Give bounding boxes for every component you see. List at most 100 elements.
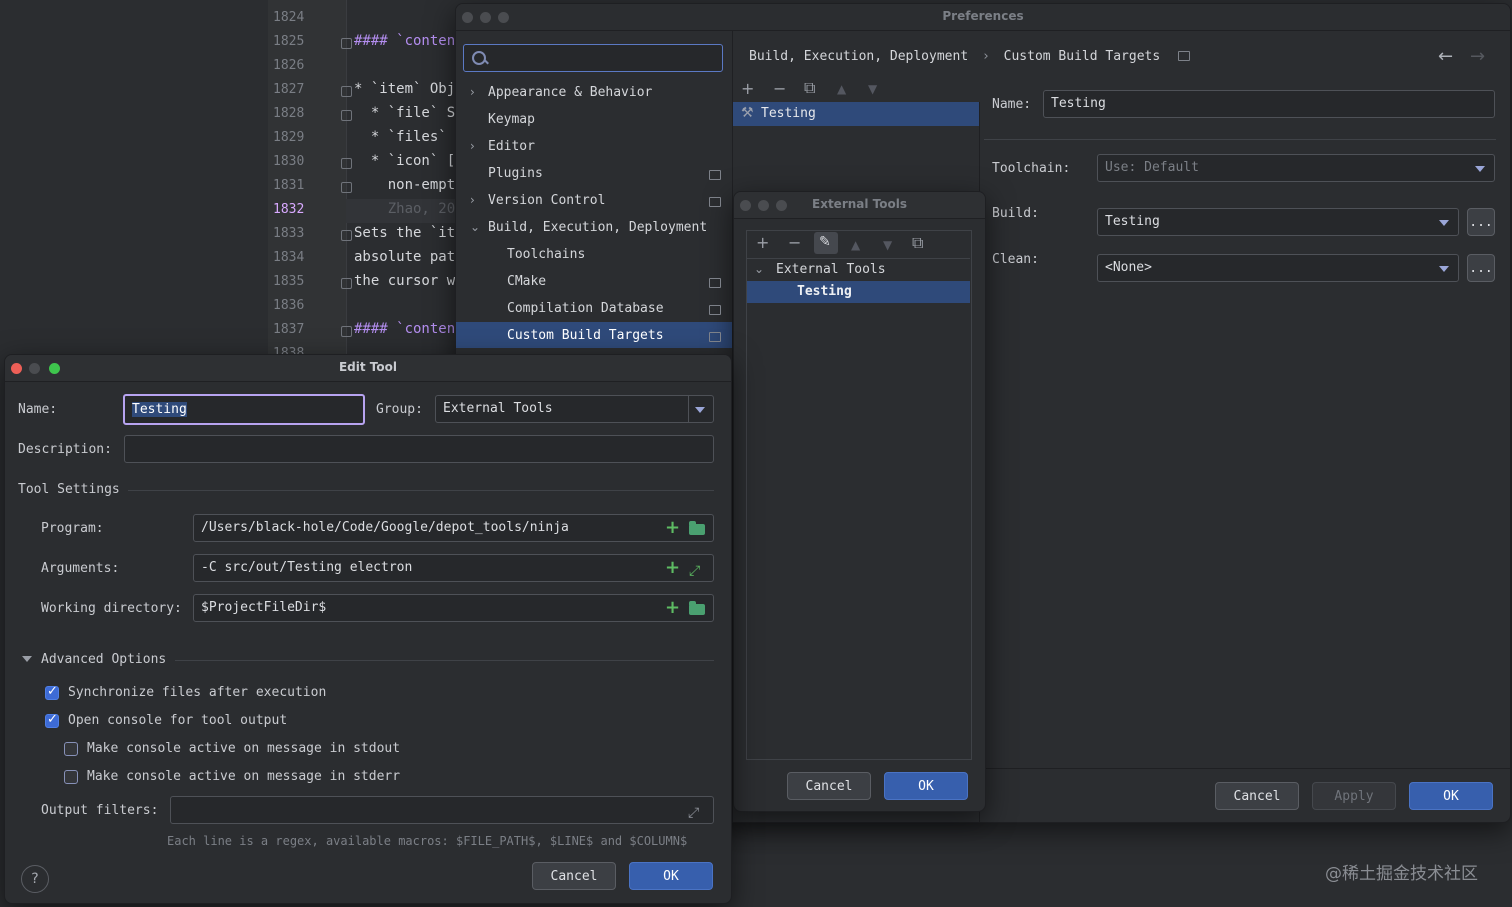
option-checkbox[interactable] <box>64 770 78 784</box>
tool-settings-heading: Tool Settings <box>18 482 120 497</box>
project-scope-icon <box>709 305 721 315</box>
nav-item-toolchains[interactable]: Toolchains <box>507 247 585 262</box>
add-icon[interactable]: + <box>756 235 769 251</box>
code-line: absolute pat <box>354 249 456 265</box>
cancel-button[interactable]: Cancel <box>532 862 616 890</box>
fold-marker-icon[interactable] <box>341 86 352 97</box>
fold-marker-icon[interactable] <box>341 110 352 121</box>
nav-item-plugins[interactable]: Plugins <box>488 166 543 181</box>
insert-macro-icon[interactable]: + <box>665 559 680 577</box>
fold-marker-icon[interactable] <box>341 38 352 49</box>
line-number: 1827 <box>273 82 305 97</box>
working-directory-value: $ProjectFileDir$ <box>201 600 327 615</box>
nav-item-build-execution-deployment[interactable]: Build, Execution, Deployment <box>488 220 707 235</box>
nav-item-label: Editor <box>488 139 535 154</box>
insert-macro-icon[interactable]: + <box>665 519 680 537</box>
program-input[interactable]: /Users/black-hole/Code/Google/depot_tool… <box>193 514 714 542</box>
folder-icon[interactable] <box>689 521 705 535</box>
settings-search-input[interactable] <box>463 44 723 72</box>
expand-icon[interactable]: ⤢ <box>688 800 699 823</box>
nav-item-compilation-database[interactable]: Compilation Database <box>507 301 664 316</box>
zoom-window-button[interactable] <box>498 12 509 23</box>
output-filters-input[interactable]: ⤢ <box>170 796 714 824</box>
fold-marker-icon[interactable] <box>341 326 352 337</box>
tool-group-item[interactable]: External Tools <box>776 262 886 277</box>
chevron-down-icon[interactable]: ⌄ <box>470 220 480 234</box>
advanced-options-heading[interactable]: Advanced Options <box>41 652 166 667</box>
toolchain-select[interactable]: Use: Default <box>1097 154 1495 182</box>
remove-icon[interactable]: − <box>773 81 786 97</box>
chevron-right-icon[interactable]: › <box>470 85 475 99</box>
insert-macro-icon[interactable]: + <box>665 599 680 617</box>
minimize-window-button[interactable] <box>480 12 491 23</box>
minimize-window-button[interactable] <box>29 363 40 374</box>
copy-icon[interactable]: ⧉ <box>912 235 923 251</box>
code-line: * `file` S <box>354 105 456 121</box>
arguments-input[interactable]: -C src/out/Testing electron + ⤢ <box>193 554 714 582</box>
nav-item-keymap[interactable]: Keymap <box>488 112 535 127</box>
clean-more-button[interactable]: ... <box>1467 254 1495 282</box>
description-input[interactable] <box>124 435 714 463</box>
ok-button[interactable]: OK <box>884 772 968 800</box>
option-checkbox[interactable] <box>64 742 78 756</box>
cancel-button[interactable]: Cancel <box>787 772 871 800</box>
option-checkbox[interactable] <box>45 684 59 700</box>
nav-item-custom-build-targets[interactable]: Custom Build Targets <box>507 328 664 343</box>
chevron-down-icon[interactable]: ⌄ <box>754 262 764 276</box>
add-icon[interactable]: + <box>741 81 754 97</box>
help-button[interactable]: ? <box>21 865 49 893</box>
option-label[interactable]: Make console active on message in stderr <box>87 769 400 784</box>
fold-marker-icon[interactable] <box>341 182 352 193</box>
breadcrumb-parent[interactable]: Build, Execution, Deployment <box>749 49 968 64</box>
edit-icon-button[interactable]: ✎ <box>814 232 838 254</box>
move-down-icon[interactable]: ▼ <box>883 237 892 253</box>
folder-icon[interactable] <box>689 601 705 615</box>
option-label[interactable]: Synchronize files after execution <box>68 685 326 700</box>
nav-item-cmake[interactable]: CMake <box>507 274 546 289</box>
working-directory-input[interactable]: $ProjectFileDir$ + <box>193 594 714 622</box>
target-item[interactable]: ⚒ Testing <box>733 102 979 126</box>
chevron-right-icon[interactable]: › <box>470 139 475 153</box>
name-label: Name: <box>18 402 58 417</box>
zoom-window-button[interactable] <box>49 363 60 374</box>
minimize-window-button[interactable] <box>758 200 769 211</box>
fold-marker-icon[interactable] <box>341 278 352 289</box>
chevron-down-icon[interactable] <box>22 656 32 662</box>
move-up-icon[interactable]: ▲ <box>851 237 860 253</box>
code-line: * `item` Obj <box>354 81 456 97</box>
chevron-right-icon[interactable]: › <box>470 193 475 207</box>
expand-icon[interactable]: ⤢ <box>689 558 700 581</box>
nav-item-editor[interactable]: Editor <box>488 139 535 154</box>
close-window-button[interactable] <box>462 12 473 23</box>
fold-marker-icon[interactable] <box>341 158 352 169</box>
ok-button[interactable]: OK <box>1409 782 1493 810</box>
move-down-icon[interactable]: ▼ <box>868 81 877 97</box>
copy-icon[interactable]: ⧉ <box>804 80 815 96</box>
breadcrumb-current: Custom Build Targets <box>1003 49 1161 64</box>
fold-marker-icon[interactable] <box>341 230 352 241</box>
nav-item-version-control[interactable]: Version Control <box>488 193 605 208</box>
move-up-icon[interactable]: ▲ <box>837 81 846 97</box>
remove-icon[interactable]: − <box>788 235 801 251</box>
apply-button[interactable]: Apply <box>1312 782 1396 810</box>
tool-item[interactable]: Testing <box>747 281 970 303</box>
build-select[interactable]: Testing <box>1097 208 1459 236</box>
close-window-button[interactable] <box>740 200 751 211</box>
tool-name-input[interactable]: Testing <box>123 394 365 425</box>
cancel-button[interactable]: Cancel <box>1215 782 1299 810</box>
option-checkbox[interactable] <box>45 712 59 728</box>
option-label[interactable]: Make console active on message in stdout <box>87 741 400 756</box>
target-name-input[interactable]: Testing <box>1043 90 1495 118</box>
zoom-window-button[interactable] <box>776 200 787 211</box>
close-window-button[interactable] <box>11 363 22 374</box>
clean-select[interactable]: <None> <box>1097 254 1459 282</box>
back-arrow-icon[interactable]: ← <box>1438 46 1453 67</box>
nav-item-appearance-behavior[interactable]: Appearance & Behavior <box>488 85 652 100</box>
option-label[interactable]: Open console for tool output <box>68 713 287 728</box>
ok-button[interactable]: OK <box>629 862 713 890</box>
group-select[interactable]: External Tools <box>435 395 714 423</box>
search-icon <box>472 51 486 65</box>
code-line: * `files` <box>354 129 447 145</box>
forward-arrow-icon[interactable]: → <box>1470 46 1485 67</box>
build-more-button[interactable]: ... <box>1467 208 1495 236</box>
